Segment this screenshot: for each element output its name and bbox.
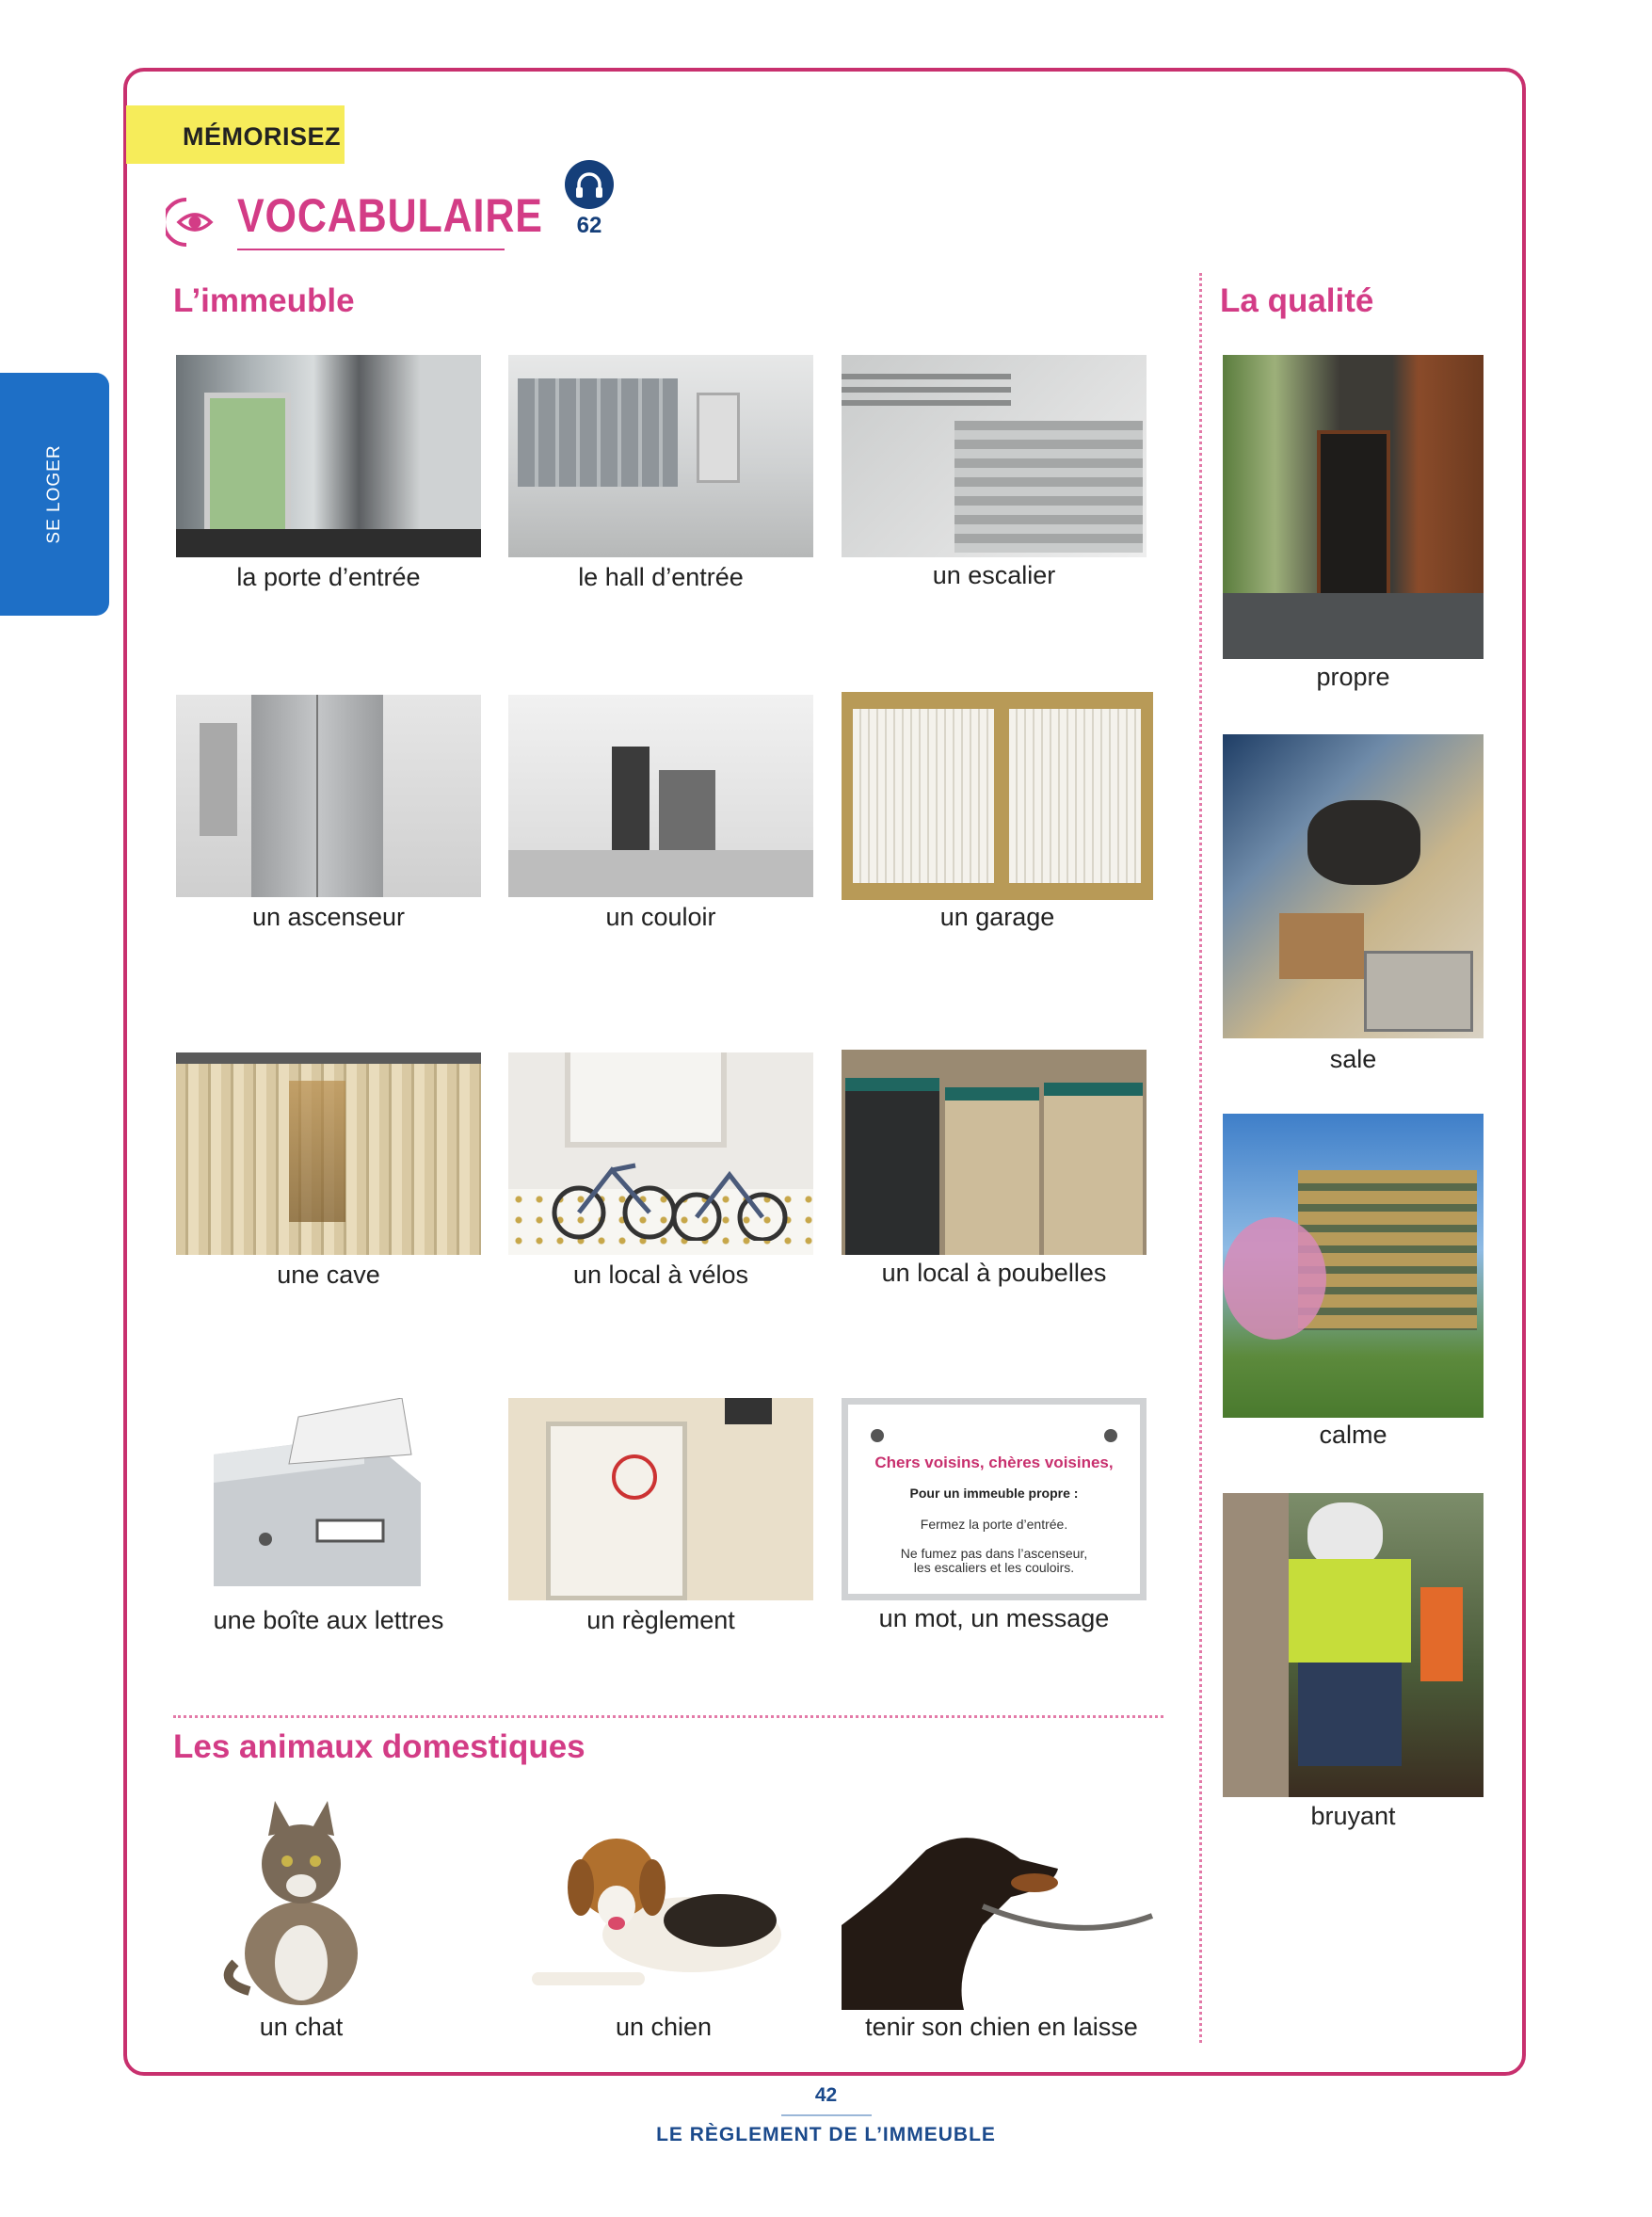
page-number: 42 xyxy=(814,2084,838,2106)
side-tab-label: SE LOGER xyxy=(44,444,64,544)
caption-entrance-door: la porte d’entrée xyxy=(236,563,421,591)
caption-corridor: un couloir xyxy=(605,903,716,931)
caption-cat: un chat xyxy=(259,2013,344,2041)
caption-elevator: un ascenseur xyxy=(251,903,406,931)
photo-bike-room xyxy=(508,1052,813,1255)
caption-noisy: bruyant xyxy=(1310,1802,1396,1830)
caption-garage: un garage xyxy=(939,903,1055,931)
caption-bin-room: un local à poubelles xyxy=(881,1259,1107,1287)
caption-regulations: un règlement xyxy=(586,1606,735,1634)
caption-dirty: sale xyxy=(1329,1045,1377,1073)
page-title: VOCABULAIRE xyxy=(237,189,543,242)
photo-cat xyxy=(207,1793,395,2010)
memorisez-label: MÉMORISEZ xyxy=(183,122,342,151)
photo-dog xyxy=(513,1812,814,2000)
photo-elevator xyxy=(176,695,481,897)
photo-entrance-hall xyxy=(508,355,813,557)
photo-garage xyxy=(842,692,1153,900)
notice-board: Chers voisins, chères voisines, Pour un … xyxy=(842,1398,1147,1600)
page-number-rule xyxy=(781,2114,872,2116)
chapter-title: LE RÈGLEMENT DE L’IMMEUBLE xyxy=(656,2124,996,2145)
memorisez-tag: MÉMORISEZ xyxy=(126,105,345,164)
caption-dog: un chien xyxy=(615,2013,713,2041)
caption-staircase: un escalier xyxy=(932,561,1056,589)
caption-clean: propre xyxy=(1316,663,1390,691)
notice-line: les escaliers et les couloirs. xyxy=(913,1560,1075,1575)
photo-calm xyxy=(1223,1114,1484,1418)
section-title-quality: La qualité xyxy=(1220,282,1374,319)
audio-track-number: 62 xyxy=(576,213,602,238)
photo-entrance-door xyxy=(176,355,481,557)
caption-calm: calme xyxy=(1319,1421,1387,1449)
notice-line: Fermez la porte d’entrée. xyxy=(920,1517,1068,1532)
photo-dirty xyxy=(1223,734,1484,1038)
section-title-building: L’immeuble xyxy=(173,282,355,319)
photo-staircase xyxy=(842,355,1147,557)
photo-letterbox xyxy=(176,1398,481,1600)
side-tab[interactable]: SE LOGER xyxy=(0,373,109,616)
section-title-pets: Les animaux domestiques xyxy=(173,1728,585,1765)
notice-line: Ne fumez pas dans l’ascenseur, xyxy=(900,1546,1088,1561)
caption-message: un mot, un message xyxy=(878,1604,1110,1632)
photo-corridor xyxy=(508,695,813,897)
notice-greeting: Chers voisins, chères voisines, xyxy=(874,1454,1114,1471)
photo-noisy xyxy=(1223,1493,1484,1797)
photo-clean xyxy=(1223,355,1484,659)
caption-dog-on-leash: tenir son chien en laisse xyxy=(865,2013,1138,2041)
section-divider xyxy=(173,1715,1163,1718)
photo-bin-room xyxy=(842,1050,1147,1255)
title-underline xyxy=(237,249,505,250)
headphones-icon[interactable] xyxy=(565,160,614,209)
photo-cellar xyxy=(176,1052,481,1255)
caption-letterbox: une boîte aux lettres xyxy=(213,1606,444,1634)
eye-icon xyxy=(166,198,214,247)
caption-entrance-hall: le hall d’entrée xyxy=(578,563,744,591)
photo-dog-on-leash xyxy=(842,1793,1162,2010)
notice-intro: Pour un immeuble propre : xyxy=(909,1486,1079,1501)
photo-regulations xyxy=(508,1398,813,1600)
column-divider xyxy=(1199,273,1202,2043)
caption-cellar: une cave xyxy=(277,1261,380,1289)
caption-bike-room: un local à vélos xyxy=(572,1261,749,1289)
